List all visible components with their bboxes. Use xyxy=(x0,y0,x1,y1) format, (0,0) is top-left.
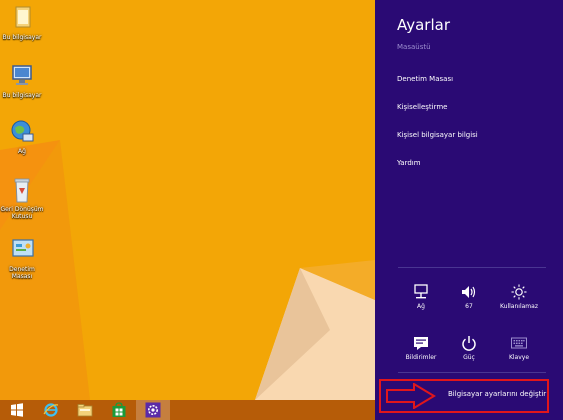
network-icon xyxy=(414,284,428,299)
taskbar-store[interactable] xyxy=(102,400,136,420)
desktop-icon-this-pc[interactable]: Bu bilgisayar xyxy=(0,62,44,99)
desktop-icon-label: Ağ xyxy=(18,148,26,155)
internet-explorer-icon xyxy=(43,403,59,417)
desktop-icon-label: Denetim Masası xyxy=(9,266,35,280)
charm-divider xyxy=(398,372,546,373)
taskbar xyxy=(0,400,375,420)
right-arrow-icon xyxy=(386,383,436,409)
quick-setting-power[interactable]: Güç xyxy=(445,335,493,361)
quick-setting-notifications[interactable]: Bildirimler xyxy=(397,335,445,361)
desktop-icon-control-panel[interactable]: Denetim Masası xyxy=(0,236,44,280)
taskbar-internet-explorer[interactable] xyxy=(34,400,68,420)
folder-icon xyxy=(7,4,37,32)
brightness-icon xyxy=(511,284,527,300)
quick-setting-label: Klavye xyxy=(508,354,530,361)
store-icon xyxy=(112,402,126,417)
quick-setting-keyboard[interactable]: Klavye xyxy=(495,335,543,361)
file-explorer-icon xyxy=(77,404,93,417)
charm-link-personalization[interactable]: Kişiselleştirme xyxy=(397,103,448,111)
charm-link-help[interactable]: Yardım xyxy=(397,159,421,167)
power-icon xyxy=(462,336,476,351)
recycle-bin-icon xyxy=(7,176,37,204)
desktop-icon-label: Bu bilgisayar xyxy=(2,34,42,41)
quick-setting-label: Güç xyxy=(463,354,475,361)
notifications-icon xyxy=(414,337,428,350)
charm-subtitle: Masaüstü xyxy=(397,43,431,51)
quick-setting-label: Ağ xyxy=(417,303,425,310)
charm-title: Ayarlar xyxy=(397,16,451,34)
wallpaper xyxy=(0,0,375,400)
quick-setting-network[interactable]: Ağ xyxy=(397,284,445,310)
taskbar-file-explorer[interactable] xyxy=(68,400,102,420)
volume-icon xyxy=(462,286,476,298)
quick-setting-label: 67 xyxy=(465,303,473,310)
computer-icon xyxy=(7,62,37,90)
taskbar-settings[interactable] xyxy=(136,400,170,420)
network-globe-icon xyxy=(7,118,37,146)
charm-link-pc-info[interactable]: Kişisel bilgisayar bilgisi xyxy=(397,131,478,139)
desktop-icon-this-pc-folder[interactable]: Bu bilgisayar xyxy=(0,4,44,41)
windows-logo-icon xyxy=(11,403,23,417)
desktop: Bu bilgisayar Bu bilgisayar Ağ Geri Dönü… xyxy=(0,0,375,400)
quick-setting-brightness[interactable]: Kullanılamaz xyxy=(495,284,543,310)
quick-setting-label: Bildirimler xyxy=(405,354,437,361)
settings-charm-panel: Ayarlar Masaüstü Denetim Masası Kişisell… xyxy=(375,0,563,420)
control-panel-icon xyxy=(7,236,37,264)
desktop-icon-label: Geri Dönüşüm Kutusu xyxy=(0,206,44,220)
desktop-icon-network[interactable]: Ağ xyxy=(0,118,44,155)
keyboard-icon xyxy=(511,337,527,349)
quick-setting-volume[interactable]: 67 xyxy=(445,284,493,310)
settings-gear-icon xyxy=(145,402,161,418)
desktop-icon-recycle-bin[interactable]: Geri Dönüşüm Kutusu xyxy=(0,176,44,220)
charm-divider xyxy=(398,267,546,268)
change-pc-settings-link[interactable]: Bilgisayar ayarlarını değiştir xyxy=(448,390,546,398)
charm-link-control-panel[interactable]: Denetim Masası xyxy=(397,75,453,83)
start-button[interactable] xyxy=(0,400,34,420)
desktop-icon-label: Bu bilgisayar xyxy=(2,92,42,99)
quick-setting-label: Kullanılamaz xyxy=(500,303,538,310)
